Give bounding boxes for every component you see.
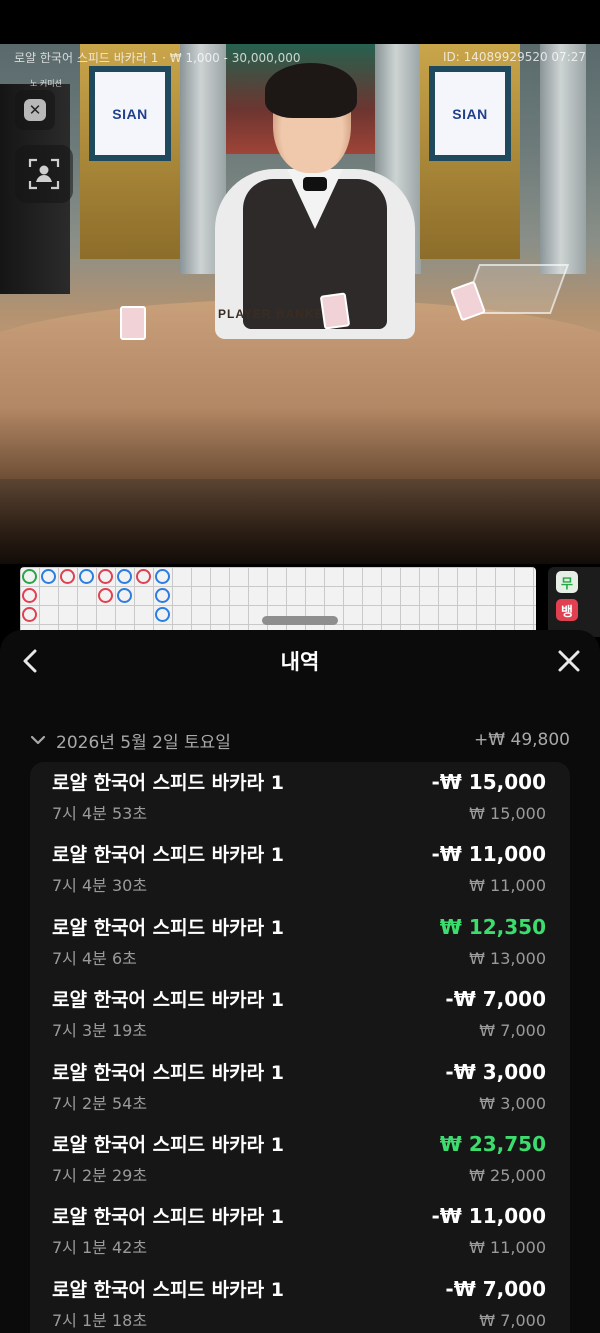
bet-amount: ₩ 11,000 [469, 876, 546, 896]
round-time: 7시 1분 18초 [52, 1310, 148, 1330]
brand-logo-text: SIAN [112, 105, 148, 122]
brand-banner-left: SIAN [89, 66, 171, 161]
live-video-stream: SIAN SIAN PLAYER BANKER [0, 44, 600, 564]
transaction-row[interactable]: 로얄 한국어 스피드 바카라 1 -₩ 3,000 7시 2분 54초 ₩ 3,000 [30, 1052, 570, 1124]
net-amount: -₩ 15,000 [431, 770, 546, 794]
table-title: 로얄 한국어 스피드 바카라 1 · ₩ 1,000 - 30,000,000 [14, 50, 301, 65]
bet-amount: ₩ 11,000 [469, 1238, 546, 1258]
banker-stat-chip: 뱅 [556, 599, 578, 621]
tie-stat-chip: 무 [556, 571, 578, 593]
game-name: 로얄 한국어 스피드 바카라 1 [52, 1206, 284, 1229]
history-sheet: 내역 2026년 5월 2일 토요일 +₩ 49,800 로얄 한국어 스피드 … [0, 630, 600, 1333]
brand-banner-right: SIAN [429, 66, 511, 161]
side-stats-panel: 무 뱅 [548, 567, 600, 637]
bead-marker [117, 569, 132, 584]
bead-marker [22, 607, 37, 622]
round-time: 7시 1분 42초 [52, 1238, 148, 1258]
bead-marker [155, 588, 170, 603]
transaction-row[interactable]: 로얄 한국어 스피드 바카라 1 -₩ 15,000 7시 4분 53초 ₩ 15,0… [30, 762, 570, 834]
bet-amount: ₩ 15,000 [469, 804, 546, 823]
bet-amount: ₩ 25,000 [469, 1165, 546, 1185]
transaction-row[interactable]: 로얄 한국어 스피드 바카라 1 ₩ 12,350 7시 4분 6초 ₩ 13,000 [30, 907, 570, 979]
net-amount: -₩ 7,000 [445, 1276, 546, 1301]
round-time: 7시 2분 29초 [52, 1165, 148, 1185]
chevron-down-icon [30, 735, 46, 745]
net-amount: ₩ 23,750 [439, 1131, 546, 1156]
playing-card [120, 306, 146, 340]
bead-marker [22, 588, 37, 603]
round-time: 7시 4분 6초 [52, 948, 137, 968]
transaction-row[interactable]: 로얄 한국어 스피드 바카라 1 -₩ 7,000 7시 1분 18초 ₩ 7,000 [30, 1269, 570, 1333]
bead-marker [98, 588, 113, 603]
round-time: 7시 4분 30초 [52, 876, 148, 896]
close-button[interactable] [554, 646, 584, 676]
bet-amount: ₩ 13,000 [469, 948, 546, 968]
net-amount: -₩ 7,000 [445, 987, 546, 1012]
game-name: 로얄 한국어 스피드 바카라 1 [52, 844, 284, 867]
transaction-list: 로얄 한국어 스피드 바카라 1 -₩ 15,000 7시 4분 53초 ₩ 15,0… [30, 762, 570, 1333]
bet-amount: ₩ 3,000 [479, 1093, 546, 1113]
net-amount: -₩ 3,000 [445, 1059, 546, 1084]
back-button[interactable] [16, 646, 44, 676]
bead-road-scoreboard[interactable] [20, 567, 536, 637]
net-amount: ₩ 12,350 [439, 914, 546, 939]
day-group-header[interactable]: 2026년 5월 2일 토요일 +₩ 49,800 [30, 728, 570, 753]
camera-view-button[interactable] [15, 145, 73, 203]
dealer [215, 63, 415, 339]
sheet-header: 내역 [0, 630, 600, 692]
chevron-left-icon [23, 649, 37, 673]
sheet-drag-handle[interactable] [262, 616, 338, 625]
brand-logo-text: SIAN [452, 105, 488, 122]
game-name: 로얄 한국어 스피드 바카라 1 [52, 916, 284, 939]
bead-marker [22, 569, 37, 584]
game-name: 로얄 한국어 스피드 바카라 1 [52, 1061, 284, 1084]
game-name: 로얄 한국어 스피드 바카라 1 [52, 989, 284, 1012]
day-date: 2026년 5월 2일 토요일 [56, 732, 231, 753]
table-print: PLAYER BANKER [218, 307, 334, 321]
close-video-button[interactable]: ✕ [15, 90, 55, 130]
bead-marker [60, 569, 75, 584]
bead-marker [117, 588, 132, 603]
game-name: 로얄 한국어 스피드 바카라 1 [52, 772, 284, 794]
game-name: 로얄 한국어 스피드 바카라 1 [52, 1133, 284, 1156]
table-info-bar: 로얄 한국어 스피드 바카라 1 · ₩ 1,000 - 30,000,000 … [0, 44, 600, 70]
bead-marker [79, 569, 94, 584]
commission-tag: 노 커미션 [30, 79, 62, 88]
person-frame-icon [28, 158, 60, 190]
net-amount: -₩ 11,000 [431, 1204, 546, 1229]
bead-marker [155, 569, 170, 584]
app-page: SIAN SIAN PLAYER BANKER 로얄 한국어 스피드 바카라 1… [0, 0, 600, 1333]
transaction-row[interactable]: 로얄 한국어 스피드 바카라 1 ₩ 23,750 7시 2분 29초 ₩ 25,00… [30, 1124, 570, 1196]
playing-card [319, 292, 351, 330]
transaction-row[interactable]: 로얄 한국어 스피드 바카라 1 -₩ 11,000 7시 4분 30초 ₩ 11,0… [30, 834, 570, 906]
bead-marker [98, 569, 113, 584]
close-icon: ✕ [24, 99, 46, 121]
bead-marker [41, 569, 56, 584]
net-amount: -₩ 11,000 [431, 842, 546, 867]
bead-marker [136, 569, 151, 584]
round-time: 7시 2분 54초 [52, 1093, 148, 1113]
bet-amount: ₩ 7,000 [479, 1310, 546, 1330]
game-id: ID: 14089929520 07:27 [442, 50, 586, 64]
round-time: 7시 3분 19초 [52, 1021, 148, 1041]
game-name: 로얄 한국어 스피드 바카라 1 [52, 1278, 284, 1301]
day-total: +₩ 49,800 [474, 730, 570, 750]
sheet-title: 내역 [280, 650, 320, 674]
bet-amount: ₩ 7,000 [479, 1021, 546, 1041]
round-time: 7시 4분 53초 [52, 804, 148, 823]
transaction-row[interactable]: 로얄 한국어 스피드 바카라 1 -₩ 11,000 7시 1분 42초 ₩ 11,0… [30, 1196, 570, 1268]
pillar [540, 44, 586, 274]
close-icon [558, 650, 580, 672]
transaction-row[interactable]: 로얄 한국어 스피드 바카라 1 -₩ 7,000 7시 3분 19초 ₩ 7,000 [30, 979, 570, 1051]
bead-marker [155, 607, 170, 622]
